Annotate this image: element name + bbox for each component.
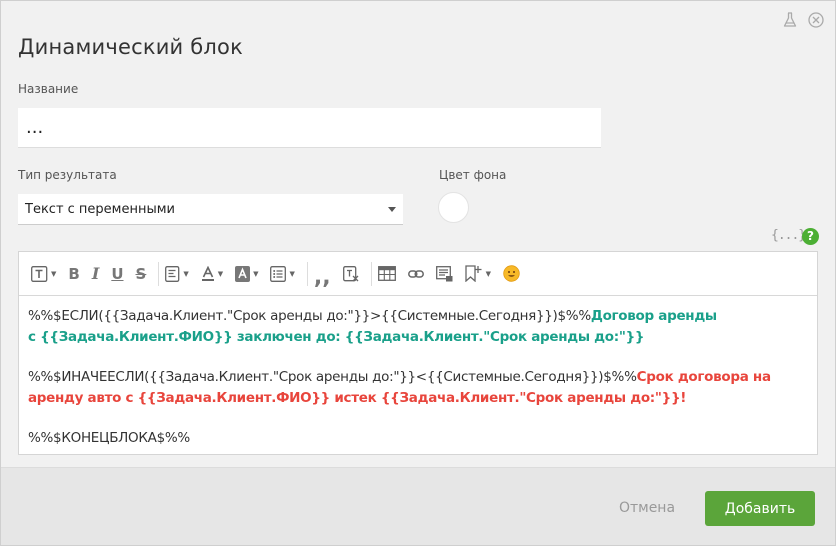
result-type-label: Тип результата xyxy=(18,168,117,182)
emoji-icon[interactable] xyxy=(503,262,520,286)
quote-icon[interactable]: ,, xyxy=(314,262,331,288)
italic-icon[interactable]: I xyxy=(92,262,99,286)
name-input[interactable] xyxy=(18,108,601,148)
rich-text-editor: ▼ B I U S ▼ ▼ ▼ ▼ ,, ▼ %%$ЕСЛИ({{Задача.… xyxy=(18,251,818,455)
window-controls xyxy=(781,11,825,29)
chevron-down-icon xyxy=(388,206,396,212)
toolbar-divider xyxy=(306,261,308,286)
elseif-result-text: Срок договора на xyxy=(636,369,771,385)
table-icon[interactable] xyxy=(377,262,396,286)
dialog-title: Динамический блок xyxy=(18,35,243,59)
underline-icon[interactable]: U xyxy=(111,262,123,286)
if-result-text-cont: с {{Задача.Клиент.ФИО}} заключен до: {{З… xyxy=(28,329,645,345)
variables-icon[interactable]: {...} xyxy=(771,228,806,243)
bold-icon[interactable]: B xyxy=(68,262,79,286)
media-icon[interactable] xyxy=(435,262,453,286)
background-color-label: Цвет фона xyxy=(439,168,507,182)
list-icon[interactable]: ▼ xyxy=(270,262,295,286)
text-format-icon[interactable]: ▼ xyxy=(31,262,56,286)
flask-icon[interactable] xyxy=(781,11,799,29)
name-label: Название xyxy=(18,82,79,96)
condition-if-text: %%$ЕСЛИ({{Задача.Клиент."Срок аренды до:… xyxy=(28,308,591,324)
close-icon[interactable] xyxy=(807,11,825,29)
result-type-value: Текст с переменными xyxy=(25,201,175,217)
dialog-body: Динамический блок Название Тип результат… xyxy=(1,1,835,467)
result-type-select[interactable]: Текст с переменными xyxy=(18,194,403,225)
bookmark-icon[interactable]: ▼ xyxy=(464,262,491,286)
link-icon[interactable] xyxy=(407,262,424,286)
editor-line: аренду авто с {{Задача.Клиент.ФИО}} исте… xyxy=(28,388,808,409)
toolbar-divider xyxy=(370,261,372,286)
editor-line: %%$ЕСЛИ({{Задача.Клиент."Срок аренды до:… xyxy=(28,306,808,327)
clear-format-icon[interactable] xyxy=(342,262,359,286)
condition-elseif-text: %%$ИНАЧЕЕСЛИ({{Задача.Клиент."Срок аренд… xyxy=(28,369,637,385)
elseif-result-text-cont: аренду авто с {{Задача.Клиент.ФИО}} исте… xyxy=(28,390,687,406)
editor-toolbar: ▼ B I U S ▼ ▼ ▼ ▼ ,, ▼ xyxy=(19,252,817,296)
dynamic-block-dialog: Динамический блок Название Тип результат… xyxy=(0,0,836,546)
editor-content[interactable]: %%$ЕСЛИ({{Задача.Клиент."Срок аренды до:… xyxy=(19,296,817,459)
if-result-text: Договор аренды xyxy=(590,308,717,324)
strikethrough-icon[interactable]: S xyxy=(136,262,147,286)
background-color-picker[interactable] xyxy=(438,192,469,223)
cancel-button[interactable]: Отмена xyxy=(611,491,683,525)
editor-line: %%$ИНАЧЕЕСЛИ({{Задача.Клиент."Срок аренд… xyxy=(28,367,808,388)
help-icon[interactable]: ? xyxy=(802,228,819,245)
background-color-icon[interactable]: ▼ xyxy=(235,262,258,286)
end-block-text: %%$КОНЕЦБЛОКА$%% xyxy=(28,430,190,446)
editor-line: с {{Задача.Клиент.ФИО}} заключен до: {{З… xyxy=(28,327,808,348)
add-button[interactable]: Добавить xyxy=(705,491,815,526)
align-icon[interactable]: ▼ xyxy=(165,262,189,286)
font-color-icon[interactable]: ▼ xyxy=(201,262,223,286)
toolbar-divider xyxy=(158,261,160,286)
editor-line: %%$КОНЕЦБЛОКА$%% xyxy=(28,428,808,449)
